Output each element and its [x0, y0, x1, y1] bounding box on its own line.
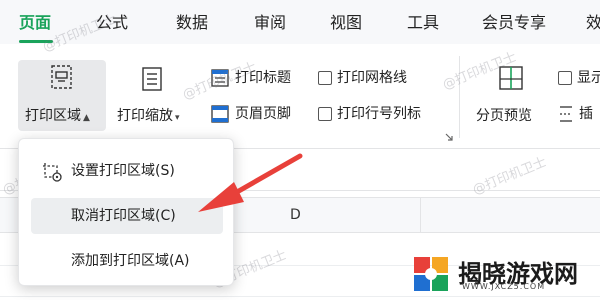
dialog-launcher-icon[interactable] [444, 132, 454, 142]
menu-item-label: 添加到打印区域(A) [71, 253, 190, 269]
print-scale-button[interactable]: 打印缩放 ▾ [112, 60, 196, 131]
page-break-preview-label: 分页预览 [476, 108, 532, 124]
print-gridlines-checkbox[interactable] [318, 71, 332, 85]
group-divider [459, 56, 460, 138]
ribbon-tab-bar: 页面 公式 数据 审阅 视图 工具 会员专享 效 [0, 0, 600, 44]
print-gridlines-option[interactable]: 打印网格线 [318, 69, 407, 87]
print-area-button[interactable]: 打印区域 ▲ [18, 60, 106, 131]
tab-member[interactable]: 会员专享 [482, 13, 546, 33]
ribbon-panel: 打印区域 ▲ 打印缩放 ▾ 打印标题 页眉页脚 打印网格线 打印行号列标 分页预… [0, 44, 600, 149]
row-gridline [0, 296, 600, 297]
print-titles-icon [211, 69, 229, 87]
annotation-arrow [198, 153, 303, 212]
menu-item-label: 设置打印区域(S) [71, 163, 175, 179]
print-row-col-headings-option[interactable]: 打印行号列标 [318, 105, 421, 123]
tab-formulas[interactable]: 公式 [96, 13, 128, 33]
page-break-preview-icon [499, 66, 523, 90]
insert-page-break-icon [560, 106, 572, 122]
chevron-down-icon: ▲ [83, 113, 90, 123]
brand-url: WWW.JXCZ5.COM [462, 282, 546, 291]
insert-label: 插 [579, 106, 593, 122]
tab-review[interactable]: 审阅 [254, 13, 286, 33]
print-gridlines-label: 打印网格线 [337, 70, 407, 86]
column-separator [420, 198, 421, 232]
print-row-col-headings-checkbox[interactable] [318, 107, 332, 121]
brand-logo-icon [414, 257, 448, 291]
show-checkbox[interactable] [558, 71, 572, 85]
show-option[interactable]: 显示 [558, 69, 600, 87]
header-footer-icon [211, 105, 229, 123]
tab-page[interactable]: 页面 [19, 13, 51, 33]
chevron-down-icon: ▾ [175, 113, 180, 123]
insert-page-break-button[interactable]: 插 [558, 105, 593, 123]
header-footer-button[interactable]: 页眉页脚 [210, 104, 291, 124]
print-titles-label: 打印标题 [235, 70, 291, 86]
brand-logo: 揭晓游戏网 WWW.JXCZ5.COM [412, 254, 578, 294]
print-titles-button[interactable]: 打印标题 [210, 68, 291, 88]
page-break-preview-button[interactable]: 分页预览 [470, 60, 552, 131]
menu-item-label: 取消打印区域(C) [71, 208, 176, 224]
active-tab-indicator [19, 40, 53, 43]
tab-tools[interactable]: 工具 [407, 13, 439, 33]
set-print-area-icon [43, 163, 62, 182]
tab-effect[interactable]: 效 [586, 13, 600, 33]
tab-data[interactable]: 数据 [176, 13, 208, 33]
header-footer-label: 页眉页脚 [235, 106, 291, 122]
print-area-icon [51, 65, 72, 89]
menu-item-add-to-print-area[interactable]: 添加到打印区域(A) [31, 243, 223, 279]
print-row-col-headings-label: 打印行号列标 [337, 106, 421, 122]
tab-view[interactable]: 视图 [330, 13, 362, 33]
show-label: 显示 [577, 70, 600, 86]
print-area-label: 打印区域 [25, 108, 81, 124]
print-scale-label: 打印缩放 [117, 108, 173, 124]
print-scale-icon [142, 67, 162, 91]
